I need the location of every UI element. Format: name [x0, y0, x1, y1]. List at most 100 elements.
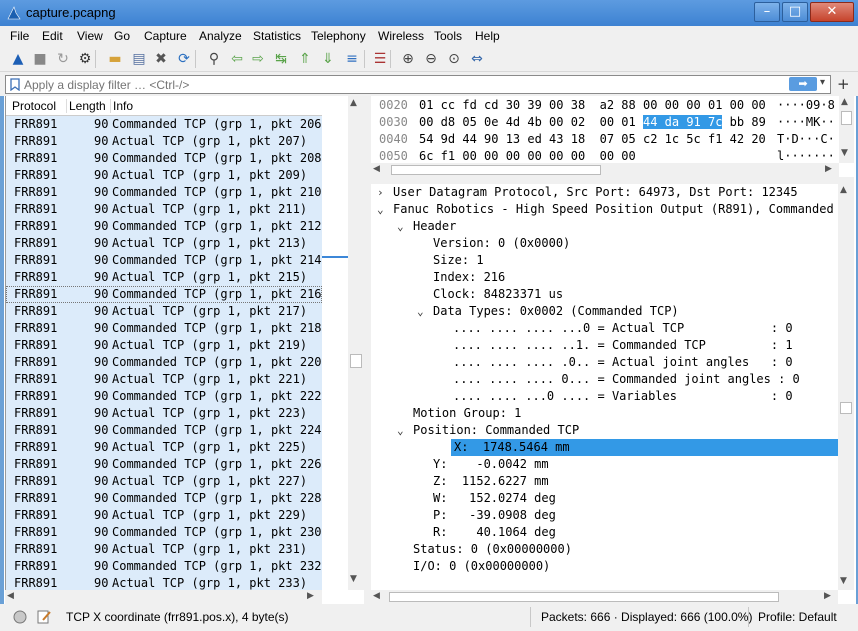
pane-splitter[interactable] [364, 96, 371, 604]
tree-item[interactable]: .... .... ...0 .... = Variables : 0 [371, 388, 838, 405]
tree-item[interactable]: P: -39.0908 deg [371, 507, 838, 524]
packet-row[interactable]: FRR891 90 Actual TCP (grp 1, pkt 229) [6, 507, 322, 524]
packet-row[interactable]: FRR891 90 Commanded TCP (grp 1, pkt 232) [6, 558, 322, 575]
packet-row[interactable]: FRR891 90 Commanded TCP (grp 1, pkt 218) [6, 320, 322, 337]
packet-row[interactable]: FRR891 90 Actual TCP (grp 1, pkt 213) [6, 235, 322, 252]
tree-item[interactable]: › User Datagram Protocol, Src Port: 64973… [371, 184, 838, 201]
packet-row[interactable]: FRR891 90 Commanded TCP (grp 1, pkt 220) [6, 354, 322, 371]
tree-item[interactable]: .... .... .... ...0 = Actual TCP : 0 [371, 320, 838, 337]
hex-bytes[interactable]: 00 d8 05 0e 4d 4b 00 02 00 01 44 da 91 7… [419, 114, 766, 131]
hex-bytes[interactable]: 01 cc fd cd 30 39 00 38 a2 88 00 00 00 0… [419, 97, 766, 114]
filter-history-dropdown[interactable]: ▾ [820, 77, 825, 88]
collapse-arrow-icon[interactable]: ⌄ [417, 303, 424, 320]
packet-row[interactable]: FRR891 90 Commanded TCP (grp 1, pkt 230) [6, 524, 322, 541]
tree-item[interactable]: Version: 0 (0x0000) [371, 235, 838, 252]
status-profile[interactable]: Profile: Default [758, 610, 837, 624]
expert-info-icon[interactable] [13, 610, 27, 624]
zoom-in-icon[interactable]: ⊕ [399, 50, 417, 68]
packet-row[interactable]: FRR891 90 Commanded TCP (grp 1, pkt 206) [6, 116, 322, 133]
tree-item[interactable]: X: 1748.5464 mm [451, 439, 838, 456]
zoom-out-icon[interactable]: ⊖ [422, 50, 440, 68]
packet-row[interactable]: FRR891 90 Actual TCP (grp 1, pkt 219) [6, 337, 322, 354]
find-icon[interactable]: ⚲ [205, 50, 223, 68]
collapse-arrow-icon[interactable]: ⌄ [377, 201, 384, 218]
maximize-button[interactable]: □ [782, 2, 808, 22]
tree-hscrollbar[interactable]: ◀ ▶ [371, 590, 838, 604]
tree-item[interactable]: R: 40.1064 deg [371, 524, 838, 541]
menu-analyze[interactable]: Analyze [199, 29, 242, 43]
packet-row[interactable]: FRR891 90 Commanded TCP (grp 1, pkt 208) [6, 150, 322, 167]
menu-file[interactable]: File [10, 29, 29, 43]
packet-row[interactable]: FRR891 90 Actual TCP (grp 1, pkt 217) [6, 303, 322, 320]
hex-hscrollbar[interactable]: ◀ ▶ [371, 163, 839, 177]
tree-item[interactable]: Size: 1 [371, 252, 838, 269]
packet-row[interactable]: FRR891 90 Commanded TCP (grp 1, pkt 226) [6, 456, 322, 473]
packet-row[interactable]: FRR891 90 Actual TCP (grp 1, pkt 225) [6, 439, 322, 456]
stop-icon[interactable]: ■ [31, 50, 49, 68]
packet-row[interactable]: FRR891 90 Actual TCP (grp 1, pkt 233) [6, 575, 322, 590]
packet-row[interactable]: FRR891 90 Commanded TCP (grp 1, pkt 212) [6, 218, 322, 235]
last-packet-icon[interactable]: ⇓ [319, 50, 337, 68]
save-file-icon[interactable]: ▤ [130, 50, 148, 68]
packet-list-hscrollbar[interactable]: ◀ ▶ [5, 590, 322, 604]
menu-view[interactable]: View [77, 29, 103, 43]
menu-statistics[interactable]: Statistics [253, 29, 301, 43]
packet-row[interactable]: FRR891 90 Actual TCP (grp 1, pkt 221) [6, 371, 322, 388]
capture-comment-icon[interactable] [36, 609, 52, 625]
minimize-button[interactable]: – [754, 2, 780, 22]
autoscroll-icon[interactable]: ≡ [343, 50, 361, 68]
menu-capture[interactable]: Capture [144, 29, 187, 43]
colorize-icon[interactable]: ☰ [371, 50, 389, 68]
expand-arrow-icon[interactable]: › [377, 184, 384, 201]
packet-row[interactable]: FRR891 90 Actual TCP (grp 1, pkt 227) [6, 473, 322, 490]
column-header-info[interactable]: Info [110, 99, 133, 113]
go-to-packet-icon[interactable]: ↹ [272, 50, 290, 68]
tree-item[interactable]: .... .... .... 0... = Commanded joint an… [371, 371, 838, 388]
menu-telephony[interactable]: Telephony [311, 29, 366, 43]
bookmark-icon[interactable] [9, 78, 21, 91]
apply-filter-button[interactable]: ➡ [789, 77, 817, 91]
tree-item[interactable]: Y: -0.0042 mm [371, 456, 838, 473]
packet-row[interactable]: FRR891 90 Commanded TCP (grp 1, pkt 224) [6, 422, 322, 439]
tree-item[interactable]: Z: 1152.6227 mm [371, 473, 838, 490]
packet-row[interactable]: FRR891 90 Actual TCP (grp 1, pkt 207) [6, 133, 322, 150]
packet-row[interactable]: FRR891 90 Commanded TCP (grp 1, pkt 214) [6, 252, 322, 269]
collapse-arrow-icon[interactable]: ⌄ [397, 422, 404, 439]
packet-list[interactable]: Protocol Length Info FRR891 90 Commanded T… [5, 96, 322, 590]
tree-item[interactable]: W: 152.0274 deg [371, 490, 838, 507]
packet-row[interactable]: FRR891 90 Actual TCP (grp 1, pkt 211) [6, 201, 322, 218]
tree-item[interactable]: .... .... .... ..1. = Commanded TCP : 1 [371, 337, 838, 354]
column-header-length[interactable]: Length [66, 99, 106, 113]
menu-help[interactable]: Help [475, 29, 500, 43]
add-filter-button[interactable]: + [837, 75, 850, 93]
tree-item[interactable]: Clock: 84823371 us [371, 286, 838, 303]
packet-list-vscrollbar[interactable]: ▲ ▼ [348, 96, 364, 590]
back-arrow-icon[interactable]: ⇦ [228, 50, 246, 68]
open-folder-icon[interactable]: ▬ [106, 50, 124, 68]
tree-item[interactable]: Status: 0 (0x00000000) [371, 541, 838, 558]
collapse-arrow-icon[interactable]: ⌄ [397, 218, 404, 235]
tree-item[interactable]: ⌄ Header [371, 218, 838, 235]
hex-vscrollbar[interactable]: ▲ ▼ [839, 96, 854, 163]
forward-arrow-icon[interactable]: ⇨ [249, 50, 267, 68]
pane-splitter-horizontal[interactable] [371, 177, 854, 184]
tree-item[interactable]: ⌄ Data Types: 0x0002 (Commanded TCP) [371, 303, 838, 320]
packet-row[interactable]: FRR891 90 Actual TCP (grp 1, pkt 209) [6, 167, 322, 184]
hex-bytes-pane[interactable]: 0020 01 cc fd cd 30 39 00 38 a2 88 00 00 … [371, 96, 839, 163]
packet-row[interactable]: FRR891 90 Actual TCP (grp 1, pkt 231) [6, 541, 322, 558]
tree-item[interactable]: .... .... .... .0.. = Actual joint angle… [371, 354, 838, 371]
packet-row[interactable]: FRR891 90 Actual TCP (grp 1, pkt 215) [6, 269, 322, 286]
resize-columns-icon[interactable]: ⇔ [468, 50, 486, 68]
packet-row[interactable]: FRR891 90 Commanded TCP (grp 1, pkt 222) [6, 388, 322, 405]
display-filter-input[interactable] [24, 77, 764, 92]
close-window-button[interactable]: ✕ [810, 2, 854, 22]
hex-bytes[interactable]: 6c f1 00 00 00 00 00 00 00 00 [419, 148, 636, 163]
tree-item[interactable]: I/O: 0 (0x00000000) [371, 558, 838, 575]
tree-item[interactable]: ⌄ Fanuc Robotics - High Speed Position Ou… [371, 201, 838, 218]
restart-icon[interactable]: ↻ [54, 50, 72, 68]
close-file-icon[interactable]: ✖ [152, 50, 170, 68]
tree-vscrollbar[interactable]: ▲ ▼ [838, 184, 854, 590]
zoom-normal-icon[interactable]: ⊙ [445, 50, 463, 68]
menu-tools[interactable]: Tools [434, 29, 462, 43]
shark-fin-start-icon[interactable]: ▲ [9, 50, 27, 68]
